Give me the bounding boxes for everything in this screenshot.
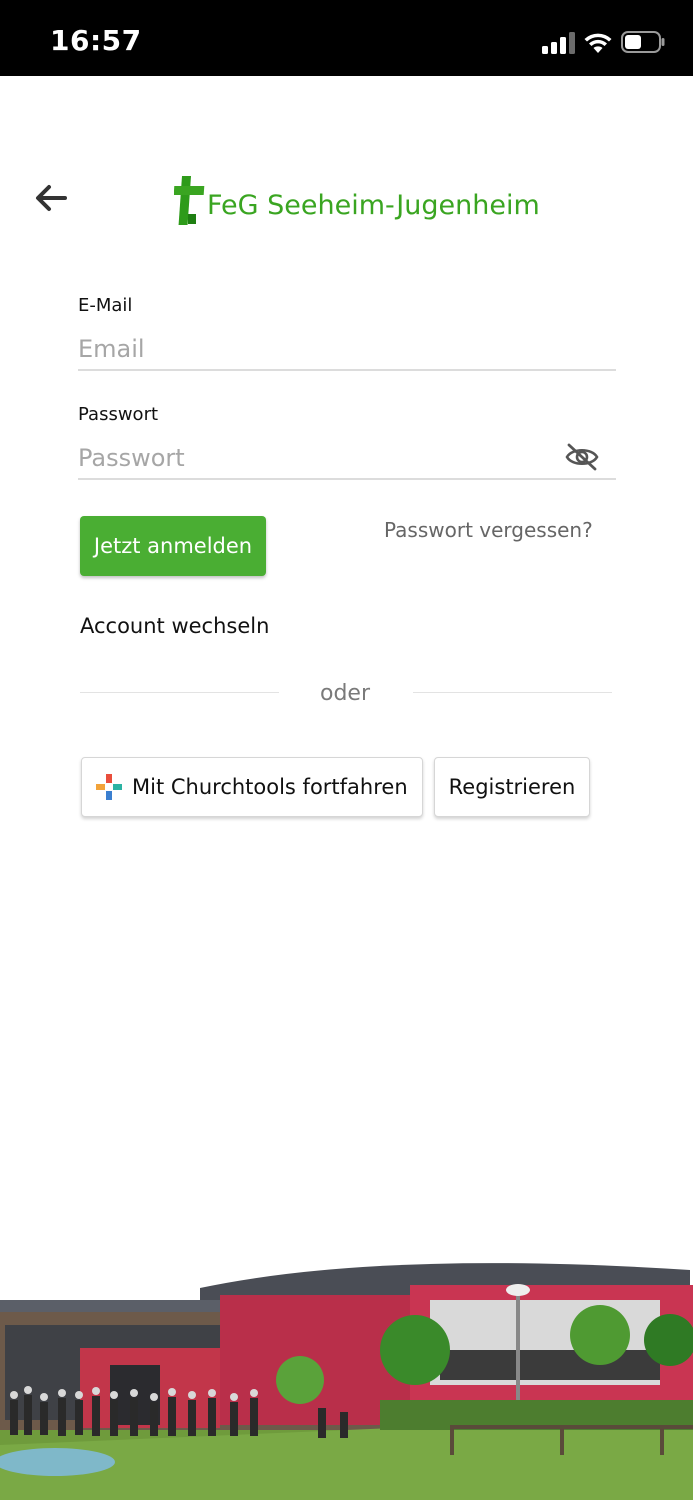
forgot-password-link[interactable]: Passwort vergessen? xyxy=(384,518,593,542)
password-label: Passwort xyxy=(78,404,159,425)
password-field[interactable] xyxy=(78,438,616,480)
status-time: 16:57 xyxy=(50,24,142,57)
register-button-label: Registrieren xyxy=(448,775,576,799)
email-label: E-Mail xyxy=(78,295,133,316)
switch-account-link[interactable]: Account wechseln xyxy=(80,614,269,638)
eye-off-icon[interactable] xyxy=(564,442,600,472)
register-button[interactable]: Registrieren xyxy=(434,757,590,817)
wifi-icon xyxy=(584,33,612,53)
back-arrow-icon[interactable] xyxy=(34,182,68,214)
churchtools-button-label: Mit Churchtools fortfahren xyxy=(132,775,408,799)
email-field[interactable] xyxy=(78,329,616,371)
battery-icon xyxy=(621,31,665,53)
login-button[interactable]: Jetzt anmelden xyxy=(80,516,266,576)
divider-left xyxy=(80,692,279,693)
churchtools-button[interactable]: Mit Churchtools fortfahren xyxy=(81,757,423,817)
status-bar: 16:57 xyxy=(0,0,693,76)
logo-text: FeG Seeheim-Jugenheim xyxy=(207,190,540,221)
cellular-signal-icon xyxy=(542,32,575,54)
churchtools-icon xyxy=(96,774,122,800)
church-building-photo xyxy=(0,1240,693,1500)
divider-text: oder xyxy=(320,681,371,706)
divider-right xyxy=(413,692,612,693)
